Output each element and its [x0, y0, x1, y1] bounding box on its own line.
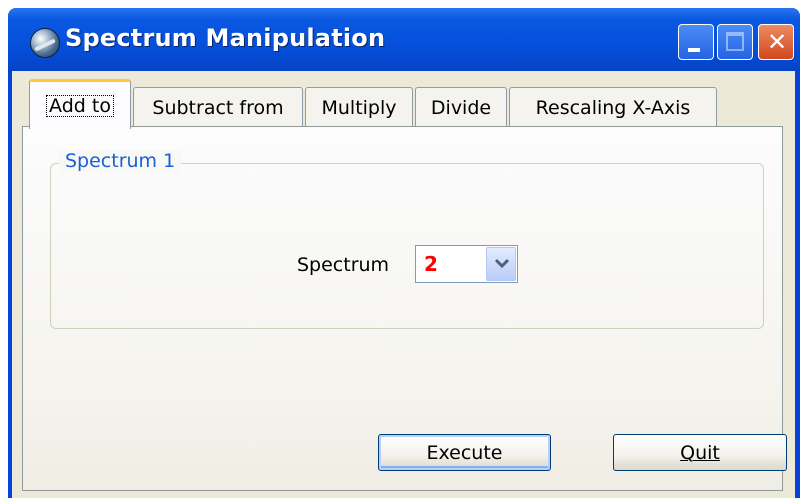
tab-divide[interactable]: Divide	[415, 87, 507, 127]
tab-subtract-from[interactable]: Subtract from	[133, 87, 303, 127]
tab-rescaling-x-axis-label: Rescaling X-Axis	[535, 96, 691, 119]
spectrum-select[interactable]: 2	[415, 245, 518, 283]
spectrum-groupbox: Spectrum 1	[50, 150, 764, 329]
minimize-button[interactable]	[678, 24, 714, 60]
tab-multiply-label: Multiply	[321, 96, 397, 119]
tab-add-to[interactable]: Add to	[29, 79, 131, 129]
groupbox-legend: Spectrum 1	[59, 150, 182, 172]
spectrum-manipulation-window: Spectrum Manipulation ✕ Add to Subtract …	[8, 8, 800, 498]
close-button[interactable]: ✕	[758, 24, 794, 60]
tab-add-to-label: Add to	[46, 94, 114, 117]
spectrum-select-value: 2	[424, 252, 438, 276]
tab-multiply[interactable]: Multiply	[305, 87, 413, 127]
chevron-down-icon	[494, 258, 510, 269]
tab-rescaling-x-axis[interactable]: Rescaling X-Axis	[509, 87, 717, 127]
window-title: Spectrum Manipulation	[65, 24, 386, 52]
spectrum-label: Spectrum	[297, 254, 390, 276]
spectrum-dropdown-button[interactable]	[486, 247, 516, 281]
maximize-button[interactable]	[717, 24, 753, 60]
tab-divide-label: Divide	[430, 96, 492, 119]
tab-subtract-from-label: Subtract from	[152, 96, 284, 119]
execute-button-label: Execute	[426, 441, 503, 464]
app-icon[interactable]	[30, 28, 60, 58]
close-icon: ✕	[767, 28, 788, 56]
quit-button[interactable]: Quit	[613, 434, 787, 471]
quit-button-label: Quit	[680, 441, 720, 464]
title-bar[interactable]: Spectrum Manipulation ✕	[8, 8, 800, 72]
execute-button[interactable]: Execute	[378, 434, 551, 471]
dialog-client-area: Add to Subtract from Multiply Divide Res…	[12, 71, 795, 498]
